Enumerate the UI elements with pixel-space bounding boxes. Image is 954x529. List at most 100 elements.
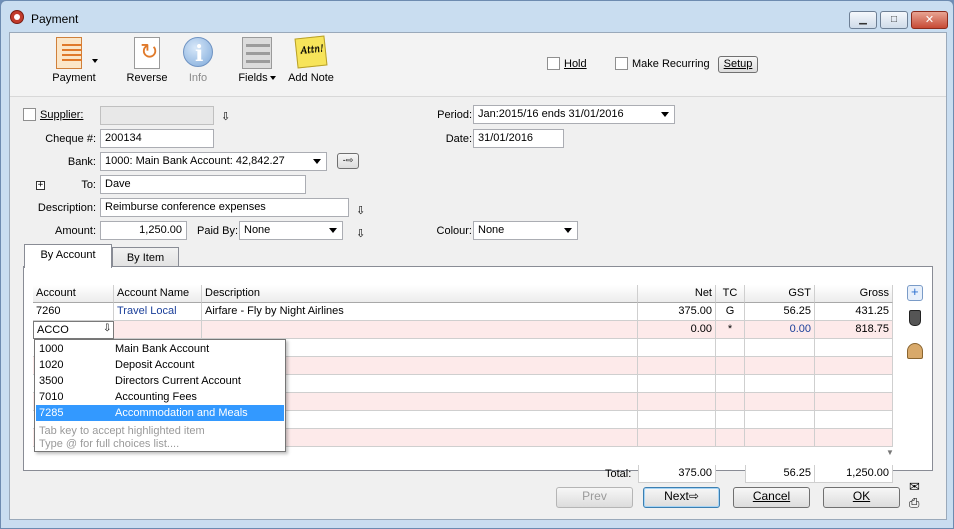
list-item[interactable]: 1020 Deposit Account — [36, 357, 284, 373]
arrow-down-icon[interactable]: ⇩ — [221, 110, 230, 123]
close-button[interactable]: ✕ — [911, 11, 948, 29]
table-row[interactable]: ACCO ⇩ 0.00 * 0.00 818.75 — [33, 321, 898, 339]
title-bar[interactable]: Payment ▁ □ ✕ — [1, 1, 953, 32]
cell-net[interactable]: 375.00 — [638, 303, 716, 321]
make-recurring-checkbox-box[interactable] — [615, 57, 628, 70]
total-net: 375.00 — [638, 465, 716, 483]
cheque-number-input[interactable]: 200134 — [100, 129, 214, 148]
cell-net[interactable]: 0.00 — [638, 321, 716, 339]
maximize-button[interactable]: □ — [880, 11, 908, 29]
add-row-icon[interactable]: + — [907, 284, 923, 301]
cell-account[interactable]: 7260 — [33, 303, 114, 321]
scroll-down-icon[interactable]: ▼ — [886, 448, 894, 457]
hold-checkbox[interactable]: Hold — [547, 57, 587, 70]
colour-value: None — [478, 224, 505, 236]
column-header-gross[interactable]: Gross — [815, 285, 893, 303]
date-input[interactable]: 31/01/2016 — [473, 129, 564, 148]
sticky-note-icon: Attn! — [294, 35, 328, 69]
cell-description[interactable] — [202, 321, 638, 339]
tab-by-account[interactable]: By Account — [24, 244, 112, 268]
cell-tc[interactable]: * — [716, 321, 745, 339]
period-label: Period: — [437, 109, 472, 121]
cell-gross[interactable]: 818.75 — [815, 321, 893, 339]
column-header-net[interactable]: Net — [638, 285, 716, 303]
trash-icon[interactable] — [909, 310, 921, 326]
fields-tool[interactable]: Fields — [234, 37, 280, 84]
colour-label: Colour: — [436, 225, 472, 237]
printer-icon[interactable]: ⎙ — [909, 496, 919, 511]
grid-header: Account Account Name Description Net TC … — [33, 285, 898, 303]
cell-account-name[interactable] — [114, 321, 202, 339]
arrow-down-icon[interactable]: ⇩ — [103, 323, 111, 334]
payment-label: Payment — [52, 72, 96, 84]
info-icon — [183, 37, 213, 67]
amount-input[interactable]: 1,250.00 — [100, 221, 187, 240]
hold-checkbox-box[interactable] — [547, 57, 560, 70]
cell-gst[interactable]: 56.25 — [745, 303, 815, 321]
fields-icon — [242, 37, 272, 69]
next-button[interactable]: Next⇨ — [643, 487, 720, 508]
arrow-down-icon[interactable]: ⇩ — [356, 204, 365, 217]
chevron-down-icon — [564, 228, 572, 233]
list-item-selected[interactable]: 7285 Accommodation and Meals — [36, 405, 284, 421]
chevron-down-icon — [313, 159, 321, 164]
bank-value: 1000: Main Bank Account: 42,842.27 — [105, 155, 285, 167]
column-header-account-name[interactable]: Account Name — [114, 285, 202, 303]
cell-gst[interactable]: 0.00 — [745, 321, 815, 339]
make-recurring-checkbox[interactable]: Make Recurring — [615, 57, 710, 70]
supplier-checkbox[interactable]: Supplier: — [23, 108, 83, 121]
column-header-gst[interactable]: GST — [745, 285, 815, 303]
paid-by-label: Paid By: — [197, 225, 238, 237]
chevron-down-icon — [92, 59, 98, 63]
info-label: Info — [188, 72, 208, 84]
reverse-tool[interactable]: Reverse — [123, 37, 171, 84]
account-autocomplete-dropdown: 1000 Main Bank Account 1020 Deposit Accoun… — [34, 339, 286, 452]
toolbar: Payment Reverse Info Fields Attn! Add No… — [10, 33, 946, 97]
supplier-checkbox-box[interactable] — [23, 108, 36, 121]
ok-button[interactable]: OK — [823, 487, 900, 508]
setup-button[interactable]: Setup — [718, 56, 758, 73]
cancel-button[interactable]: Cancel — [733, 487, 810, 508]
app-icon — [10, 10, 24, 24]
column-header-account[interactable]: Account — [33, 285, 114, 303]
period-select[interactable]: Jan:2015/16 ends 31/01/2016 — [473, 105, 675, 124]
payment-tool[interactable]: Payment — [46, 37, 102, 84]
list-item[interactable]: 1000 Main Bank Account — [36, 341, 284, 357]
column-header-tc[interactable]: TC — [716, 285, 745, 303]
hold-label: Hold — [564, 57, 587, 70]
bank-label: Bank: — [67, 156, 96, 168]
cell-tc[interactable]: G — [716, 303, 745, 321]
description-input[interactable]: Reimburse conference expenses — [100, 198, 349, 217]
description-label: Description: — [37, 202, 96, 214]
envelope-icon[interactable]: ✉ — [909, 480, 920, 495]
list-item[interactable]: 3500 Directors Current Account — [36, 373, 284, 389]
account-edit-input[interactable]: ACCO ⇩ — [33, 321, 114, 339]
minimize-button[interactable]: ▁ — [849, 11, 877, 29]
cell-account-name[interactable]: Travel Local — [114, 303, 202, 321]
add-note-tool[interactable]: Attn! Add Note — [284, 35, 338, 84]
arrow-down-icon[interactable]: ⇩ — [356, 227, 365, 240]
to-input[interactable]: Dave — [100, 175, 306, 194]
bank-select[interactable]: 1000: Main Bank Account: 42,842.27 — [100, 152, 327, 171]
account-edit-value: ACCO — [37, 324, 69, 336]
chevron-down-icon — [269, 76, 276, 81]
list-item[interactable]: 7010 Accounting Fees — [36, 389, 284, 405]
arrow-right-icon: -⇨ — [342, 155, 354, 165]
info-tool[interactable]: Info — [180, 37, 216, 84]
bank-lookup-button[interactable]: -⇨ — [337, 153, 359, 169]
table-row[interactable]: 7260 Travel Local Airfare - Fly by Night… — [33, 303, 898, 321]
people-icon[interactable] — [907, 343, 923, 359]
cell-description[interactable]: Airfare - Fly by Night Airlines — [202, 303, 638, 321]
chevron-down-icon — [329, 228, 337, 233]
dropdown-hint: Type @ for full choices list.... — [39, 438, 180, 450]
paid-by-value: None — [244, 224, 271, 236]
amount-label: Amount: — [55, 225, 96, 237]
window-title: Payment — [31, 12, 79, 26]
next-label: Next — [664, 489, 689, 503]
column-header-description[interactable]: Description — [202, 285, 638, 303]
colour-select[interactable]: None — [473, 221, 578, 240]
prev-button[interactable]: Prev — [556, 487, 633, 508]
cell-gross[interactable]: 431.25 — [815, 303, 893, 321]
to-label: To: — [81, 179, 96, 191]
paid-by-select[interactable]: None — [239, 221, 343, 240]
